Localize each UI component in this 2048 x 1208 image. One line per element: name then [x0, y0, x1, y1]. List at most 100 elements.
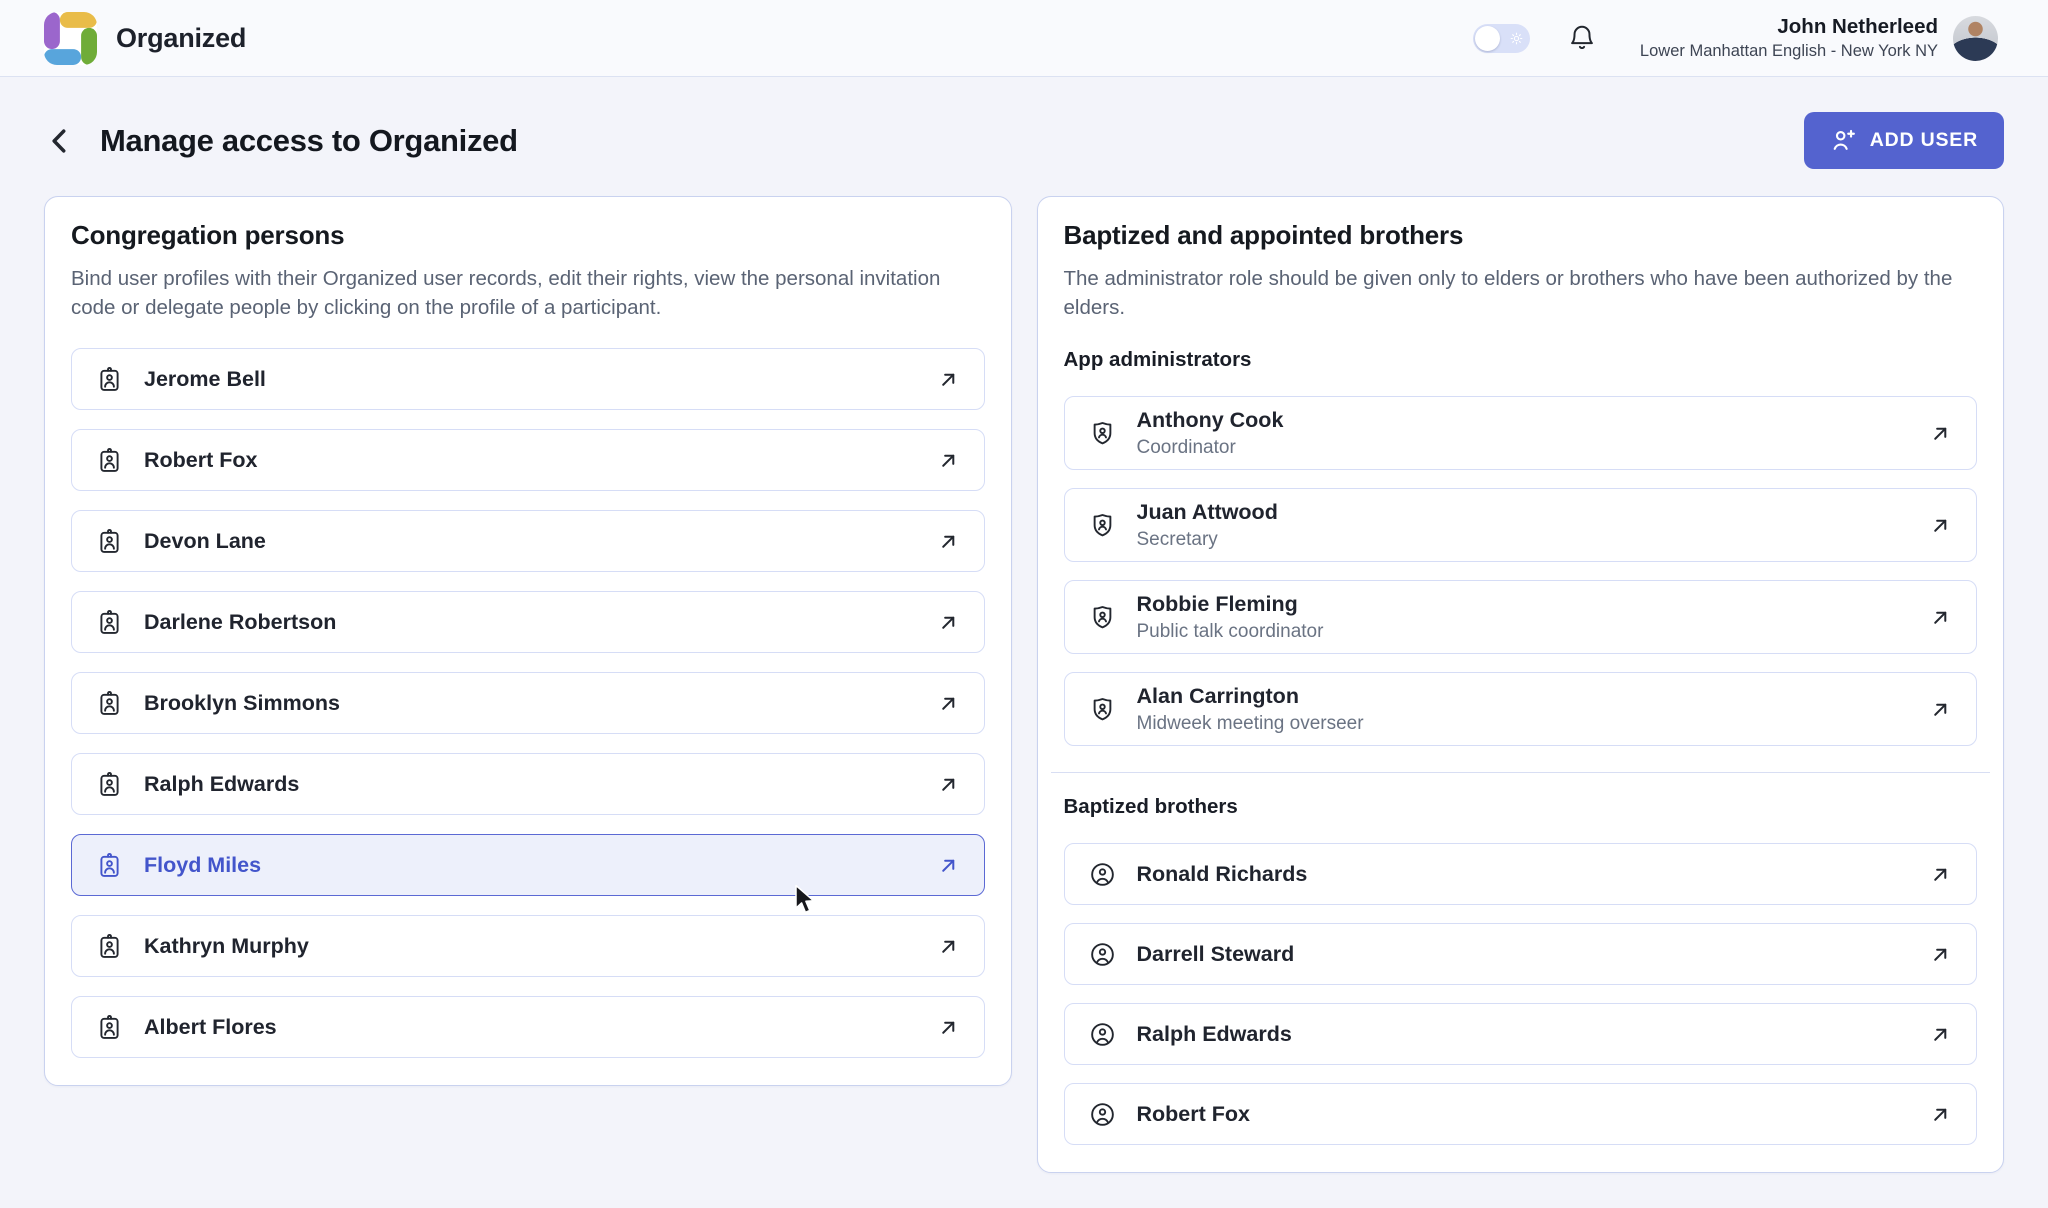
open-profile-arrow-icon[interactable]	[937, 611, 960, 634]
app-administrators-list: Anthony Cook Coordinator Juan Attwood Se…	[1064, 396, 1978, 746]
person-row[interactable]: Brooklyn Simmons	[71, 672, 985, 734]
person-row[interactable]: Ralph Edwards	[71, 753, 985, 815]
brother-row[interactable]: Darrell Steward	[1064, 923, 1978, 985]
shield-user-icon	[1089, 696, 1116, 723]
open-profile-arrow-icon[interactable]	[1929, 1103, 1952, 1126]
brother-row[interactable]: Ralph Edwards	[1064, 1003, 1978, 1065]
open-profile-arrow-icon[interactable]	[1929, 514, 1952, 537]
congregation-persons-panel: Congregation persons Bind user profiles …	[44, 196, 1012, 1086]
admin-name: Anthony Cook	[1137, 408, 1284, 433]
id-badge-icon	[96, 933, 123, 960]
id-badge-icon	[96, 366, 123, 393]
manage-access-page: { "header": { "app_name": "Organized", "…	[0, 0, 2048, 1208]
open-profile-arrow-icon[interactable]	[937, 530, 960, 553]
app-name: Organized	[116, 23, 246, 54]
add-user-button[interactable]: ADD USER	[1804, 112, 2004, 169]
person-name: Kathryn Murphy	[144, 934, 309, 959]
person-row-selected[interactable]: Floyd Miles	[71, 834, 985, 896]
person-name: Darlene Robertson	[144, 610, 336, 635]
brother-name: Ronald Richards	[1137, 862, 1308, 887]
shield-user-icon	[1089, 604, 1116, 631]
user-circle-icon	[1089, 941, 1116, 968]
person-row[interactable]: Jerome Bell	[71, 348, 985, 410]
brother-row[interactable]: Robert Fox	[1064, 1083, 1978, 1145]
user-congregation: Lower Manhattan English - New York NY	[1640, 42, 1938, 61]
person-plus-icon	[1830, 127, 1857, 154]
person-row[interactable]: Kathryn Murphy	[71, 915, 985, 977]
user-circle-icon	[1089, 861, 1116, 888]
page-title-row: Manage access to Organized ADD USER	[44, 112, 2004, 169]
id-badge-icon	[96, 447, 123, 474]
user-circle-icon	[1089, 1021, 1116, 1048]
admin-row[interactable]: Juan Attwood Secretary	[1064, 488, 1978, 562]
open-profile-arrow-icon[interactable]	[1929, 943, 1952, 966]
id-badge-icon	[96, 771, 123, 798]
page-title: Manage access to Organized	[100, 123, 518, 159]
person-name: Brooklyn Simmons	[144, 691, 340, 716]
user-meta: John Netherleed Lower Manhattan English …	[1640, 15, 1938, 61]
person-row[interactable]: Devon Lane	[71, 510, 985, 572]
open-profile-arrow-icon[interactable]	[1929, 606, 1952, 629]
brother-name: Darrell Steward	[1137, 942, 1295, 967]
header-actions: John Netherleed Lower Manhattan English …	[1473, 15, 1998, 61]
chevron-left-icon	[44, 125, 76, 157]
brother-name: Robert Fox	[1137, 1102, 1250, 1127]
user-circle-icon	[1089, 1101, 1116, 1128]
id-badge-icon	[96, 1014, 123, 1041]
admin-role: Secretary	[1137, 529, 1278, 551]
open-profile-arrow-icon[interactable]	[1929, 1023, 1952, 1046]
person-row[interactable]: Albert Flores	[71, 996, 985, 1058]
shield-user-icon	[1089, 420, 1116, 447]
open-profile-arrow-icon[interactable]	[937, 368, 960, 391]
person-name: Jerome Bell	[144, 367, 266, 392]
open-profile-arrow-icon[interactable]	[937, 692, 960, 715]
admin-row[interactable]: Alan Carrington Midweek meeting overseer	[1064, 672, 1978, 746]
person-name: Floyd Miles	[144, 853, 261, 878]
notifications-button[interactable]	[1568, 23, 1596, 53]
id-badge-icon	[96, 609, 123, 636]
congregation-panel-title: Congregation persons	[71, 220, 985, 251]
baptized-brothers-list: Ronald Richards Darrell Steward Ralph Ed…	[1064, 843, 1978, 1145]
admin-role: Public talk coordinator	[1137, 621, 1324, 643]
admin-row[interactable]: Anthony Cook Coordinator	[1064, 396, 1978, 470]
open-profile-arrow-icon[interactable]	[1929, 863, 1952, 886]
open-profile-arrow-icon[interactable]	[1929, 698, 1952, 721]
admin-role: Midweek meeting overseer	[1137, 713, 1364, 735]
app-header: Organized John Netherleed Lower Manhatta…	[0, 0, 2048, 77]
open-profile-arrow-icon[interactable]	[937, 773, 960, 796]
open-profile-arrow-icon[interactable]	[1929, 422, 1952, 445]
admin-name: Alan Carrington	[1137, 684, 1364, 709]
theme-toggle[interactable]	[1473, 24, 1530, 53]
user-name: John Netherleed	[1640, 15, 1938, 39]
sun-icon	[1509, 31, 1524, 46]
open-profile-arrow-icon[interactable]	[937, 1016, 960, 1039]
shield-user-icon	[1089, 512, 1116, 539]
admin-role: Coordinator	[1137, 437, 1284, 459]
open-profile-arrow-icon[interactable]	[937, 935, 960, 958]
toggle-knob	[1475, 26, 1500, 51]
open-profile-arrow-icon[interactable]	[937, 854, 960, 877]
person-name: Robert Fox	[144, 448, 257, 473]
bell-icon	[1568, 23, 1596, 53]
open-profile-arrow-icon[interactable]	[937, 449, 960, 472]
baptized-brothers-panel: Baptized and appointed brothers The admi…	[1037, 196, 2005, 1173]
admin-panel-description: The administrator role should be given o…	[1064, 264, 1954, 322]
person-row[interactable]: Robert Fox	[71, 429, 985, 491]
user-avatar[interactable]	[1953, 16, 1998, 61]
person-list: Jerome Bell Robert Fox Devon Lane Darlen…	[71, 348, 985, 1058]
baptized-brothers-label: Baptized brothers	[1064, 795, 1978, 819]
admin-name: Juan Attwood	[1137, 500, 1278, 525]
brother-name: Ralph Edwards	[1137, 1022, 1292, 1047]
id-badge-icon	[96, 852, 123, 879]
add-user-label: ADD USER	[1870, 129, 1978, 152]
id-badge-icon	[96, 528, 123, 555]
congregation-panel-description: Bind user profiles with their Organized …	[71, 264, 951, 322]
person-row[interactable]: Darlene Robertson	[71, 591, 985, 653]
app-administrators-label: App administrators	[1064, 348, 1978, 372]
admin-row[interactable]: Robbie Fleming Public talk coordinator	[1064, 580, 1978, 654]
section-divider	[1051, 772, 1991, 773]
admin-panel-title: Baptized and appointed brothers	[1064, 220, 1978, 251]
person-name: Ralph Edwards	[144, 772, 299, 797]
back-button[interactable]	[44, 124, 78, 158]
brother-row[interactable]: Ronald Richards	[1064, 843, 1978, 905]
